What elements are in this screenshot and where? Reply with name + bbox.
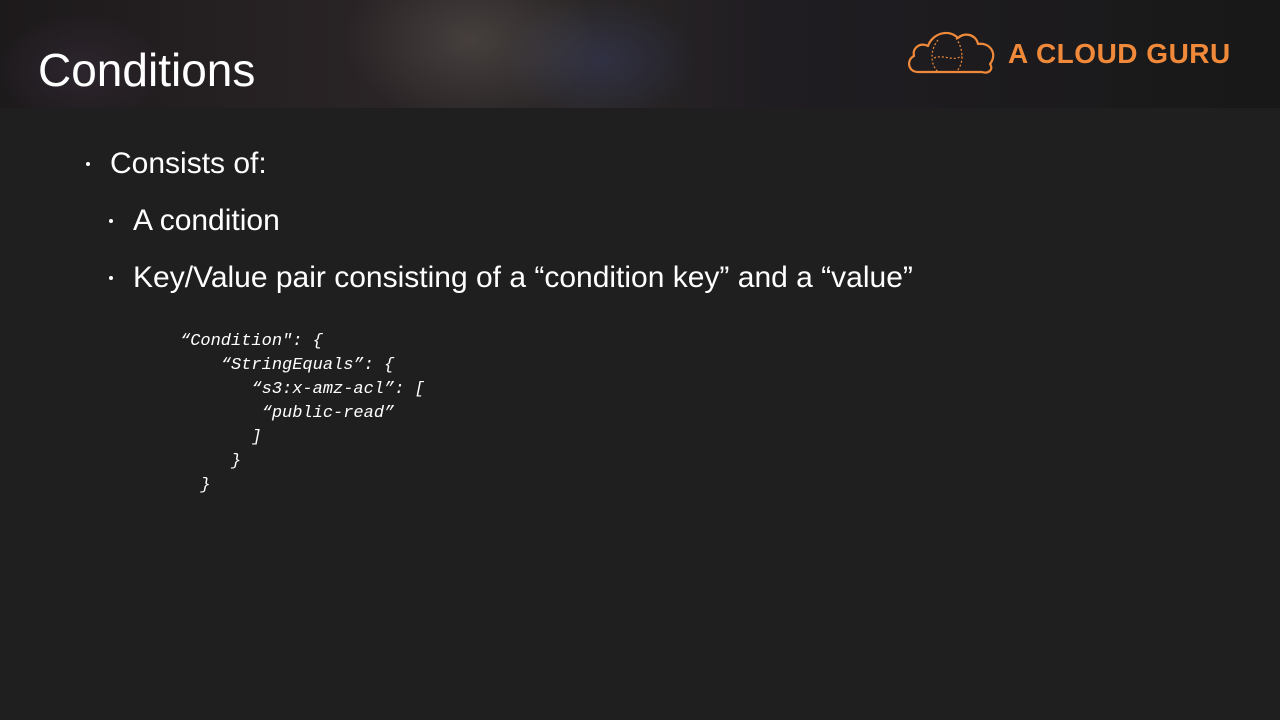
bullet-dot-icon — [109, 219, 113, 223]
code-line: “Condition": { — [180, 332, 323, 351]
bullet-dot-icon — [109, 276, 113, 280]
brand-logo: A CLOUD GURU — [904, 28, 1231, 80]
code-block: “Condition": { “StringEquals”: { “s3:x-a… — [180, 330, 425, 498]
sub-bullet-item: Key/Value pair consisting of a “conditio… — [109, 258, 913, 298]
brand-name: A CLOUD GURU — [1008, 38, 1231, 69]
bullet-text: Key/Value pair consisting of a “conditio… — [133, 261, 913, 294]
code-line: } — [180, 452, 242, 471]
code-line: } — [180, 476, 211, 495]
bullet-text: A condition — [133, 204, 280, 237]
cloud-logo-icon — [904, 26, 998, 83]
sub-bullet-item: A condition — [109, 201, 280, 241]
slide-title: Conditions — [38, 44, 256, 96]
bullet-item: Consists of: — [86, 144, 267, 184]
code-line: ] — [180, 428, 262, 447]
slide-header: Conditions A CLOUD GURU — [0, 0, 1280, 108]
code-line: “s3:x-amz-acl”: [ — [180, 380, 425, 399]
code-line: “public-read” — [180, 404, 395, 423]
bullet-text: Consists of: — [110, 147, 267, 180]
code-line: “StringEquals”: { — [180, 356, 395, 375]
bullet-dot-icon — [86, 162, 90, 166]
